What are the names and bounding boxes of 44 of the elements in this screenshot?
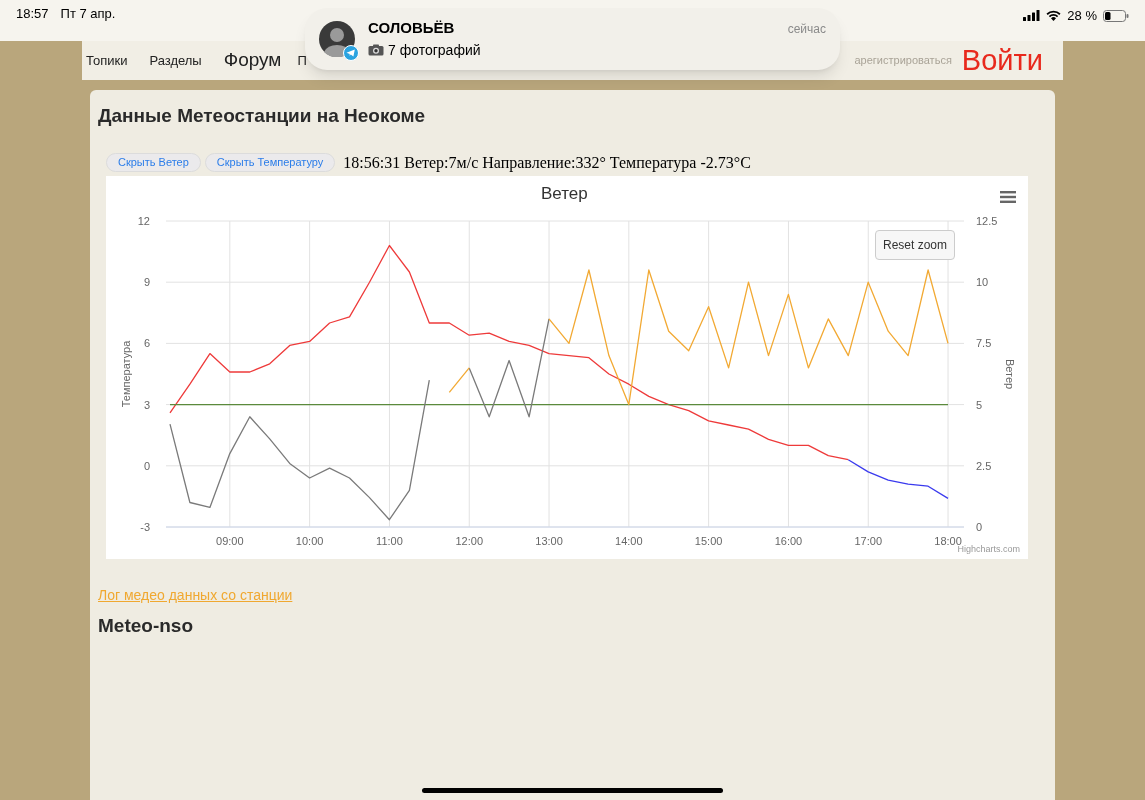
status-time: 18:57 — [16, 5, 49, 23]
y-axis-label: 9 — [143, 275, 150, 288]
x-axis-label: 14:00 — [615, 534, 643, 547]
section-heading: Meteo-nso — [98, 613, 194, 638]
x-axis-label: 10:00 — [295, 534, 324, 547]
battery-percent: 28 % — [1067, 7, 1097, 25]
y-axis-label: 5 — [976, 398, 983, 411]
y-axis-label: 3 — [143, 398, 150, 411]
status-date: Пт 7 апр. — [60, 5, 116, 23]
notification-toast[interactable]: СОЛОВЬЁВ сейчас 7 фотографий — [305, 8, 840, 70]
notification-time: сейчас — [787, 21, 826, 39]
y-axis-label: 10 — [976, 275, 989, 288]
y-axis-label: 0 — [976, 520, 983, 533]
x-axis-label: 09:00 — [216, 534, 244, 547]
x-axis-label: 16:00 — [774, 534, 803, 547]
y-axis-label: 0 — [143, 459, 150, 472]
y-axis-label: 12.5 — [976, 214, 998, 227]
y-axis-title: Температура — [120, 340, 132, 407]
notification-sender: СОЛОВЬЁВ — [368, 18, 455, 39]
x-axis-label: 12:00 — [455, 534, 483, 547]
x-axis-label: 15:00 — [694, 534, 723, 547]
nav-link[interactable]: Форум — [223, 46, 282, 75]
x-axis-label: 18:00 — [934, 534, 962, 547]
y-axis-label: 7.5 — [976, 336, 992, 349]
reset-zoom-button[interactable]: Reset zoom — [875, 229, 956, 260]
y-axis-label: 2.5 — [976, 459, 992, 472]
y-axis-label: 12 — [137, 214, 150, 227]
x-axis-label: 17:00 — [854, 534, 882, 547]
toggle-button[interactable]: Скрыть Ветер — [106, 153, 201, 172]
chart-title: Ветер — [541, 183, 588, 203]
toggle-button[interactable]: Скрыть Температуру — [204, 153, 336, 172]
nav-link[interactable]: Топики — [86, 50, 128, 71]
x-axis-label: 11:00 — [376, 534, 403, 547]
current-reading: 18:56:31 Ветер:7м/с Направление:332° Температура -2.73°C — [343, 152, 751, 174]
nav-link[interactable]: Разделы — [149, 50, 202, 71]
chart-credit: Highcharts.com — [957, 544, 1020, 556]
notification-message: 7 фотографий — [388, 40, 481, 60]
nav-link[interactable]: П — [297, 50, 307, 71]
login-link[interactable]: Войти — [961, 38, 1043, 83]
y-axis-title: Ветер — [1004, 358, 1016, 389]
page-title: Данные Метеостанции на Неокоме — [98, 104, 427, 128]
y-axis-label: 6 — [143, 336, 150, 349]
x-axis-label: 13:00 — [535, 534, 563, 547]
y-axis-label: -3 — [140, 520, 150, 533]
